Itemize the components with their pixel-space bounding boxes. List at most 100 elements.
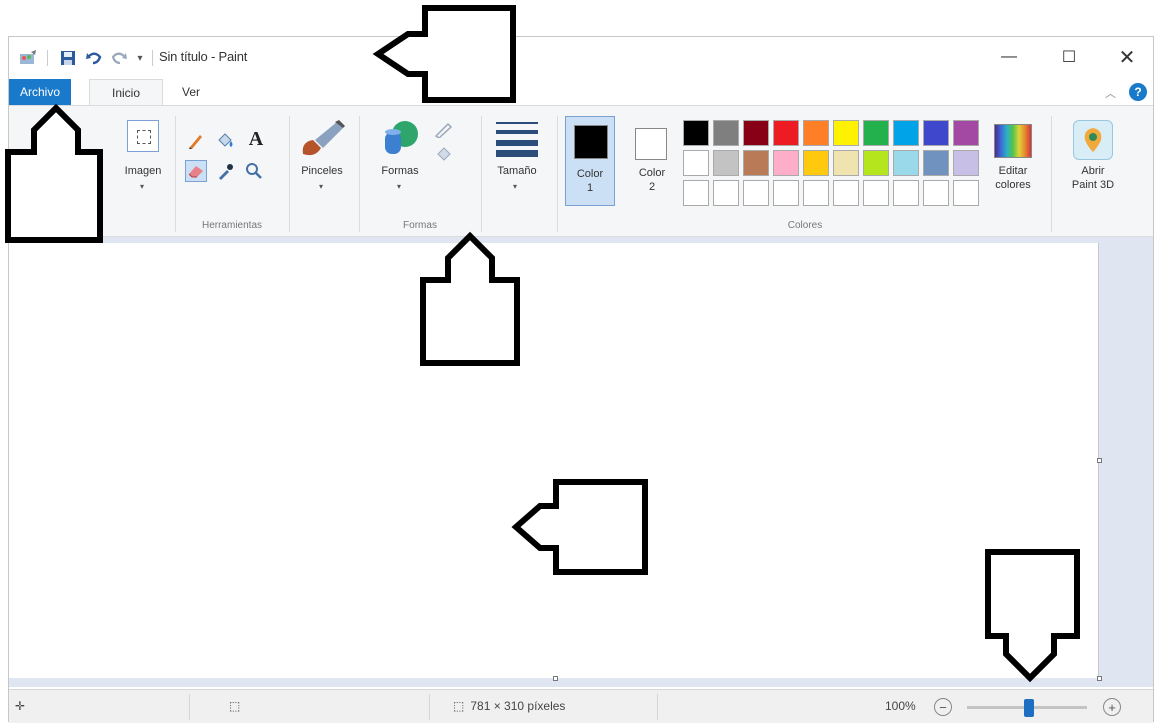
status-separator (657, 694, 658, 720)
magnifier-icon[interactable] (243, 160, 265, 182)
palette-swatch[interactable] (803, 180, 829, 206)
resize-handle-right[interactable] (1097, 458, 1102, 463)
pinceles-dropdown-icon[interactable]: ▾ (319, 182, 323, 191)
palette-swatch[interactable] (773, 150, 799, 176)
zoom-slider-thumb[interactable] (1024, 699, 1034, 717)
tamano-dropdown-icon[interactable]: ▾ (513, 182, 517, 191)
color-2-button[interactable]: Color 2 (629, 116, 675, 206)
palette-swatch[interactable] (893, 120, 919, 146)
paint-3d-icon[interactable] (1073, 120, 1113, 160)
palette-swatch[interactable] (803, 120, 829, 146)
group-separator (359, 116, 360, 232)
customize-quick-access-button[interactable]: ▾ (133, 49, 147, 67)
palette-swatch[interactable] (953, 120, 979, 146)
tab-inicio[interactable]: Inicio (89, 79, 163, 105)
shapes-icon[interactable] (381, 118, 421, 158)
palette-swatch[interactable] (863, 150, 889, 176)
palette-swatch[interactable] (923, 150, 949, 176)
select-icon[interactable] (127, 120, 159, 152)
brush-icon[interactable] (299, 120, 345, 158)
palette-swatch[interactable] (683, 150, 709, 176)
group-separator (481, 116, 482, 232)
paint-3d-label[interactable]: Abrir Paint 3D (1061, 164, 1125, 192)
palette-swatch[interactable] (713, 150, 739, 176)
color-picker-icon[interactable] (214, 160, 236, 182)
imagen-label[interactable]: Imagen (117, 164, 169, 178)
palette-swatch[interactable] (833, 150, 859, 176)
zoom-out-button[interactable]: − (934, 698, 952, 716)
formas-dropdown-icon[interactable]: ▾ (397, 182, 401, 191)
minimize-button[interactable]: — (989, 43, 1029, 71)
edit-colors-icon[interactable] (994, 124, 1032, 158)
palette-swatch[interactable] (713, 180, 739, 206)
pencil-icon[interactable] (185, 130, 207, 152)
line-size-icon[interactable] (496, 120, 538, 157)
palette-swatch[interactable] (893, 150, 919, 176)
group-separator (175, 116, 176, 232)
zoom-percent: 100% (885, 699, 916, 713)
resize-handle-bottom[interactable] (553, 676, 558, 681)
window-title: Sin título - Paint (159, 49, 248, 64)
eraser-icon[interactable] (185, 160, 207, 182)
palette-swatch[interactable] (683, 180, 709, 206)
palette-swatch[interactable] (863, 120, 889, 146)
ribbon: Imagen ▾ A Herramientas Pinceles ▾ Forma… (9, 105, 1153, 237)
tab-archivo[interactable]: Archivo (9, 79, 71, 105)
maximize-button[interactable]: ☐ (1049, 43, 1089, 71)
close-button[interactable]: ✕ (1107, 43, 1147, 71)
resize-handle-corner[interactable] (1097, 676, 1102, 681)
canvas-size-text: 781 × 310 píxeles (470, 699, 566, 713)
status-separator (429, 694, 430, 720)
zoom-in-button[interactable]: + (1103, 698, 1121, 716)
text-tool-icon[interactable]: A (245, 128, 267, 150)
color-2-label: Color 2 (638, 167, 666, 193)
tamano-label[interactable]: Tamaño (487, 164, 547, 178)
redo-icon[interactable] (110, 49, 128, 67)
color-palette (683, 120, 979, 206)
paint-app-icon[interactable] (19, 49, 37, 67)
drawing-canvas[interactable] (9, 243, 1099, 678)
palette-swatch[interactable] (773, 180, 799, 206)
palette-swatch[interactable] (683, 120, 709, 146)
palette-swatch[interactable] (833, 180, 859, 206)
palette-swatch[interactable] (863, 180, 889, 206)
palette-swatch[interactable] (953, 180, 979, 206)
palette-swatch[interactable] (923, 180, 949, 206)
imagen-dropdown-icon[interactable]: ▾ (140, 182, 144, 191)
group-separator (289, 116, 290, 232)
fill-bucket-icon[interactable] (214, 130, 236, 152)
title-bar: ▾ Sin título - Paint — ☐ ✕ (9, 37, 1153, 77)
outline-icon[interactable] (433, 118, 455, 140)
palette-swatch[interactable] (743, 150, 769, 176)
palette-swatch[interactable] (833, 120, 859, 146)
status-separator (189, 694, 190, 720)
edit-colors-label[interactable]: Editar colores (983, 164, 1043, 192)
ribbon-tabs: Archivo Inicio Ver (9, 77, 1153, 105)
floppy-icon[interactable] (59, 49, 77, 67)
color-1-button[interactable]: Color 1 (565, 116, 615, 206)
undo-icon[interactable] (85, 49, 103, 67)
color-2-swatch (635, 128, 667, 160)
selection-size-icon: ⬚ (229, 699, 241, 713)
palette-swatch[interactable] (713, 120, 739, 146)
palette-swatch[interactable] (953, 150, 979, 176)
tab-ver[interactable]: Ver (169, 79, 213, 105)
collapse-ribbon-button[interactable]: ︿ (1105, 85, 1116, 101)
help-button[interactable]: ? (1129, 83, 1147, 101)
palette-swatch[interactable] (743, 180, 769, 206)
pinceles-label[interactable]: Pinceles (293, 164, 351, 178)
palette-swatch[interactable] (803, 150, 829, 176)
cursor-position-icon: ✛ (15, 699, 26, 713)
canvas-size-icon: ⬚ (453, 699, 465, 713)
color-1-label: Color 1 (576, 168, 604, 194)
formas-label[interactable]: Formas (375, 164, 425, 178)
palette-swatch[interactable] (893, 180, 919, 206)
status-bar: ✛ ⬚ ⬚ 781 × 310 píxeles 100% − + (9, 689, 1153, 723)
colores-group-label: Colores (787, 220, 823, 231)
quick-access-separator (47, 50, 48, 66)
palette-swatch[interactable] (923, 120, 949, 146)
palette-swatch[interactable] (743, 120, 769, 146)
palette-swatch[interactable] (773, 120, 799, 146)
workspace (9, 237, 1153, 687)
shape-fill-icon[interactable] (433, 144, 455, 166)
